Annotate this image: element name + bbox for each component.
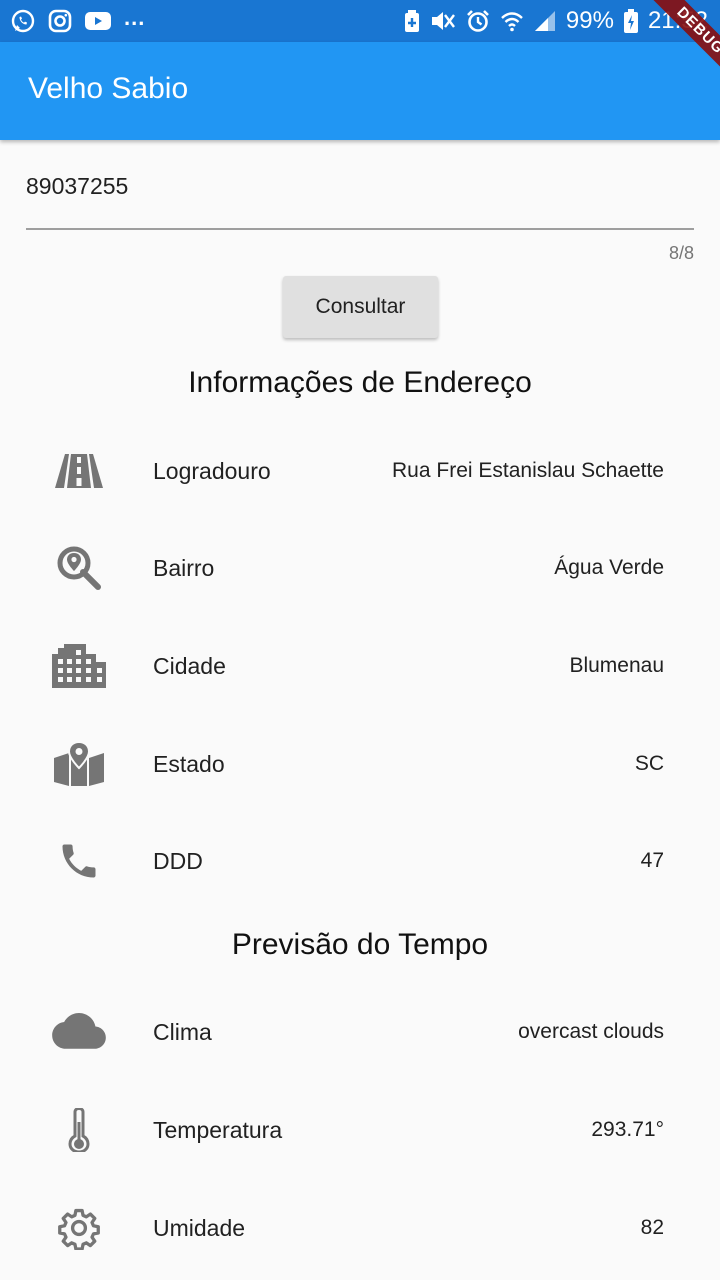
cep-field[interactable]	[26, 160, 694, 230]
info-label: Temperatura	[153, 1117, 283, 1143]
info-row-bairro: Bairro Água Verde	[0, 537, 720, 597]
cloud-icon	[52, 1005, 106, 1059]
app-title: Velho Sabio	[28, 72, 189, 105]
info-row-clima: Clima overcast clouds	[0, 1001, 720, 1061]
cep-character-counter: 8/8	[668, 243, 694, 263]
battery-charging-icon	[623, 9, 638, 33]
thermometer-icon	[52, 1103, 106, 1157]
mute-icon	[430, 9, 456, 33]
status-left-icons: ...	[10, 5, 146, 34]
info-value: Blumenau	[569, 654, 664, 677]
map-icon	[52, 737, 106, 791]
battery-percent: 99%	[565, 7, 614, 34]
info-label: Clima	[153, 1019, 212, 1045]
info-value: Água Verde	[554, 556, 664, 579]
gear-icon	[52, 1201, 106, 1255]
phone-icon	[52, 834, 106, 888]
info-row-temperatura: Temperatura 293.71°	[0, 1099, 720, 1159]
alarm-icon	[466, 9, 490, 33]
info-value: SC	[634, 752, 664, 775]
youtube-icon	[84, 10, 112, 32]
info-value: 293.71°	[591, 1118, 664, 1141]
status-right-icons: 99% 21:52	[404, 8, 708, 34]
info-label: Bairro	[153, 555, 215, 581]
info-value: 47	[640, 849, 664, 872]
signal-icon	[534, 10, 556, 32]
info-row-estado: Estado SC	[0, 733, 720, 793]
app-bar: Velho Sabio	[0, 42, 720, 140]
info-label: Estado	[153, 751, 225, 777]
weather-section-title: Previsão do Tempo	[231, 928, 489, 961]
info-value: overcast clouds	[518, 1020, 664, 1043]
info-value: Rua Frei Estanislau Schaette	[392, 459, 664, 482]
address-section-title: Informações de Endereço	[188, 366, 532, 399]
location-search-icon	[52, 541, 106, 595]
city-icon	[52, 639, 106, 693]
info-label: Umidade	[153, 1215, 246, 1241]
info-label: DDD	[153, 848, 203, 874]
info-label: Cidade	[153, 653, 226, 679]
battery-saver-icon	[404, 9, 420, 33]
info-row-cidade: Cidade Blumenau	[0, 635, 720, 695]
info-row-umidade: Umidade 82	[0, 1197, 720, 1257]
status-more-indicator: ...	[124, 5, 146, 30]
road-icon	[52, 444, 106, 498]
clock: 21:52	[647, 7, 708, 34]
info-row-ddd: DDD 47	[0, 830, 720, 890]
cep-input[interactable]	[26, 160, 694, 212]
wifi-icon	[500, 10, 524, 32]
info-label: Logradouro	[153, 458, 271, 484]
info-value: 82	[640, 1216, 664, 1239]
consultar-button[interactable]: Consultar	[283, 276, 438, 338]
info-row-logradouro: Logradouro Rua Frei Estanislau Schaette	[0, 440, 720, 500]
whatsapp-icon	[10, 8, 36, 34]
status-bar: ... 99% 21:52	[0, 0, 720, 42]
instagram-icon	[48, 9, 72, 33]
